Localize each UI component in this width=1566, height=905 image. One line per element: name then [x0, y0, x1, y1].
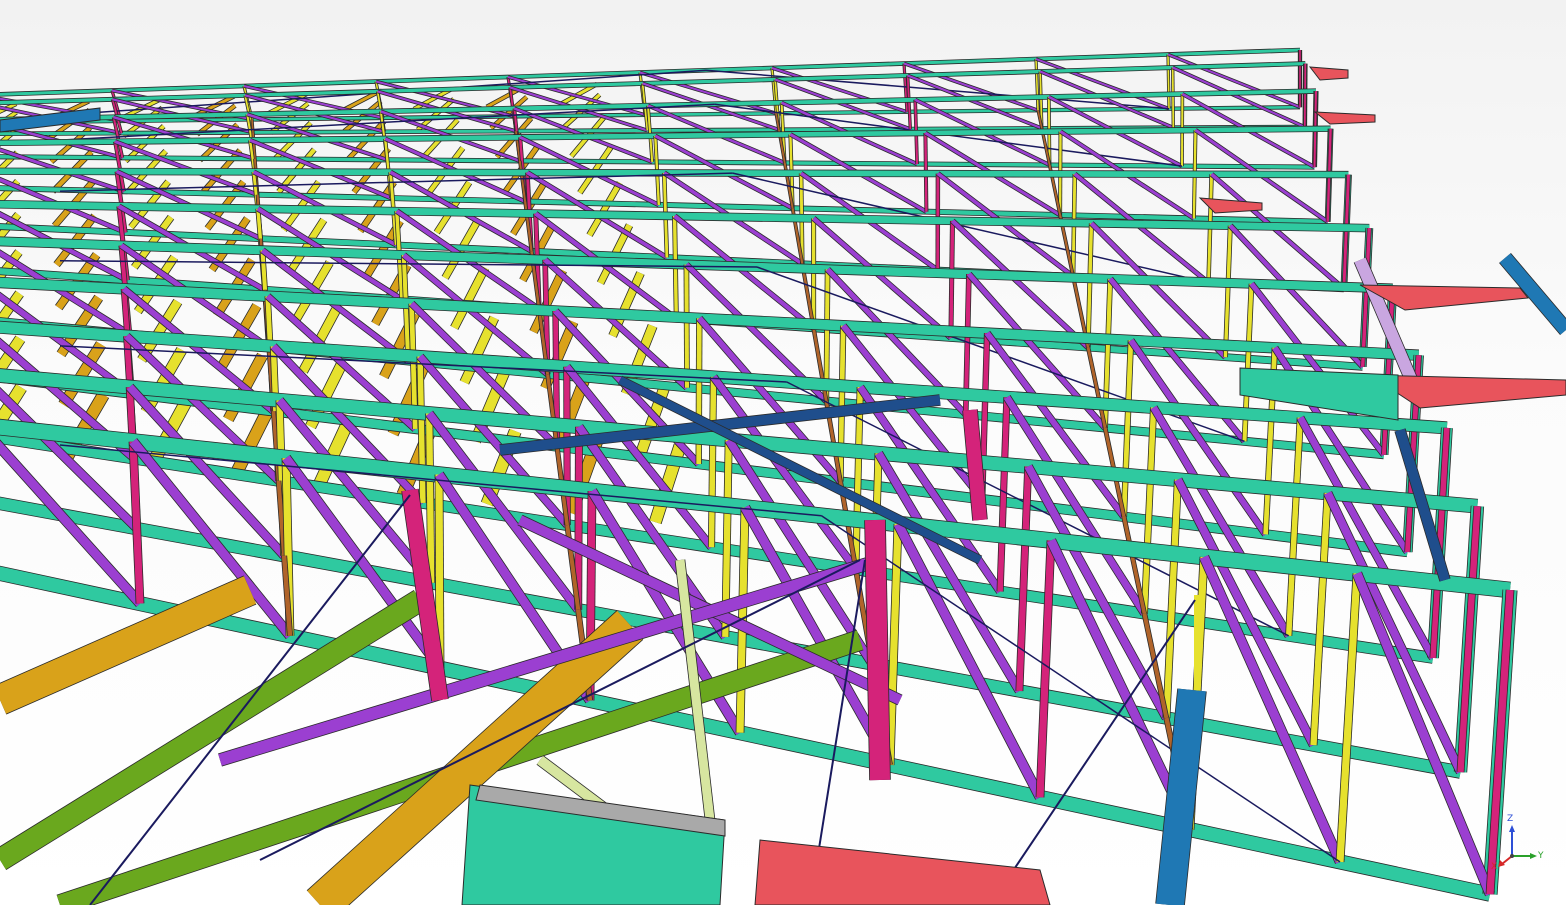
truss-web-vertical[interactable] [426, 413, 435, 583]
axis-triad-icon[interactable]: Z Y X [1488, 812, 1558, 882]
red-outrigger[interactable] [1368, 374, 1566, 409]
magenta-column[interactable] [865, 519, 890, 781]
magenta-column[interactable] [963, 409, 987, 521]
red-outrigger[interactable] [1308, 66, 1349, 81]
truss-web-vertical[interactable] [838, 325, 846, 482]
truss-web-vertical[interactable] [129, 441, 144, 604]
z-axis-arrow [1509, 825, 1515, 832]
truss-web-vertical[interactable] [1223, 225, 1233, 358]
x-axis-label: X [1491, 862, 1498, 872]
red-outrigger[interactable] [1313, 111, 1376, 125]
truss-web-vertical[interactable] [575, 426, 583, 610]
truss-web-vertical[interactable] [997, 397, 1010, 592]
truss-web-vertical[interactable] [886, 523, 902, 766]
orange-strut[interactable] [251, 119, 254, 133]
z-axis-label: Z [1507, 814, 1514, 824]
structural-model-3d-view[interactable] [0, 0, 1566, 905]
green-beam[interactable] [0, 590, 426, 870]
axis-origin [1510, 854, 1514, 858]
truss-web-vertical[interactable] [708, 376, 717, 548]
truss-web-vertical[interactable] [1303, 63, 1307, 128]
axis-triad-graphic [1498, 825, 1537, 867]
y-axis-label: Y [1538, 851, 1544, 861]
truss-web-vertical[interactable] [1171, 67, 1175, 128]
truss-web-vertical[interactable] [1336, 573, 1361, 863]
truss-web-vertical[interactable] [949, 220, 955, 338]
truss-web-vertical[interactable] [1167, 54, 1170, 109]
y-axis-arrow [1530, 853, 1537, 859]
truss-web-vertical[interactable] [1163, 479, 1182, 719]
truss-web-vertical[interactable] [1310, 492, 1331, 746]
red-girder[interactable] [754, 839, 1051, 905]
truss-top-chord[interactable] [0, 48, 1301, 96]
model-viewport[interactable]: Z Y X [0, 0, 1566, 905]
